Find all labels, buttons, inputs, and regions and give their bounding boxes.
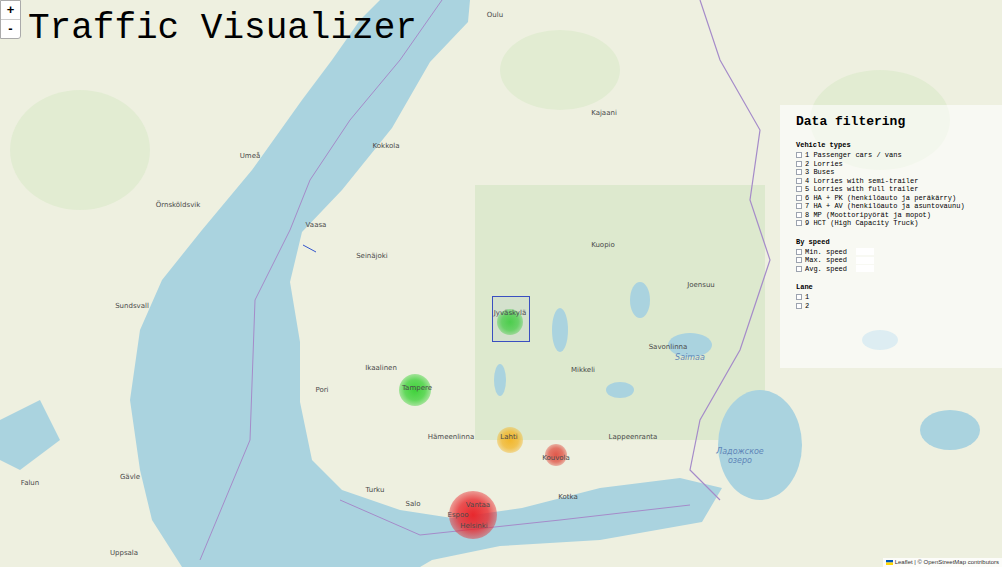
speed-input[interactable] <box>856 265 874 272</box>
selection-box[interactable] <box>492 296 530 342</box>
filter-label: Max. speed <box>805 256 853 265</box>
city-label: Salo <box>406 501 421 508</box>
filter-label: 2 Lorries <box>805 160 843 169</box>
filter-label: 9 HCT (High Capacity Truck) <box>805 219 918 228</box>
city-label: Kuopio <box>591 242 615 249</box>
filter-label: Min. speed <box>805 248 853 257</box>
checkbox[interactable] <box>796 161 802 167</box>
filter-row: 6 HA + PK (henkilöauto ja peräkärry) <box>796 194 1002 203</box>
city-label: Jyväskylä <box>494 310 526 317</box>
city-label: Mikkeli <box>571 367 595 374</box>
checkbox[interactable] <box>796 195 802 201</box>
filter-row: Avg. speed <box>796 265 1002 274</box>
city-label: Uppsala <box>110 550 138 557</box>
filter-label: 7 HA + AV (henkilöauto ja asuntovaunu) <box>805 202 965 211</box>
city-label: Seinäjoki <box>356 253 388 260</box>
filter-panel: Data filtering Vehicle types1 Passenger c… <box>780 105 1002 368</box>
city-label: Lappeenranta <box>609 434 658 441</box>
app-title: Traffic Visualizer <box>28 8 417 50</box>
checkbox[interactable] <box>796 266 802 272</box>
map-view[interactable]: Oulu Kajaani Kokkola Umeå Örnsköldsvik Vaasa S… <box>0 0 1002 567</box>
section-heading: Vehicle types <box>796 141 1002 150</box>
city-label: Tampere <box>402 385 432 392</box>
filter-label: 6 HA + PK (henkilöauto ja peräkärry) <box>805 194 956 203</box>
ukraine-flag-icon <box>886 560 893 565</box>
checkbox[interactable] <box>796 203 802 209</box>
city-label: Vaasa <box>306 222 327 229</box>
filter-row: 1 <box>796 293 1002 302</box>
checkbox[interactable] <box>796 169 802 175</box>
zoom-in-button[interactable]: + <box>1 1 20 20</box>
filter-section: Lane12 <box>796 283 1002 310</box>
filter-row: 2 <box>796 302 1002 311</box>
city-label: Pori <box>315 387 328 394</box>
city-label: Umeå <box>240 153 261 160</box>
checkbox[interactable] <box>796 220 802 226</box>
filter-row: 2 Lorries <box>796 160 1002 169</box>
city-label: Turku <box>366 487 385 494</box>
city-label: Falun <box>21 480 40 487</box>
filter-label: 5 Lorries with full trailer <box>805 185 918 194</box>
city-label: Ikaalinen <box>365 365 397 372</box>
checkbox[interactable] <box>796 152 802 158</box>
city-label: Kouvola <box>542 455 570 462</box>
filter-label: 4 Lorries with semi-trailer <box>805 177 918 186</box>
filter-row: 9 HCT (High Capacity Truck) <box>796 219 1002 228</box>
filter-section: Vehicle types1 Passenger cars / vans2 Lo… <box>796 141 1002 228</box>
checkbox[interactable] <box>796 294 802 300</box>
city-label: Gävle <box>120 474 140 481</box>
city-label: Joensuu <box>687 282 715 289</box>
filter-row: 5 Lorries with full trailer <box>796 185 1002 194</box>
filter-label: 8 MP (Moottoripyörät ja mopot) <box>805 211 931 220</box>
filter-row: Max. speed <box>796 256 1002 265</box>
filter-label: 3 Buses <box>805 168 834 177</box>
city-label: Lahti <box>500 434 517 441</box>
checkbox[interactable] <box>796 212 802 218</box>
water-label: Saimaa <box>660 354 720 363</box>
city-label: Örnsköldsvik <box>156 202 201 209</box>
filter-label: 1 Passenger cars / vans <box>805 151 902 160</box>
checkbox[interactable] <box>796 303 802 309</box>
section-heading: Lane <box>796 283 1002 292</box>
checkbox[interactable] <box>796 186 802 192</box>
city-label: Oulu <box>487 12 503 19</box>
zoom-control: +- <box>0 0 21 39</box>
filter-row: 4 Lorries with semi-trailer <box>796 177 1002 186</box>
filter-row: 1 Passenger cars / vans <box>796 151 1002 160</box>
city-label: Hämeenlinna <box>428 434 474 441</box>
city-label: Kajaani <box>591 110 617 117</box>
filter-section: By speedMin. speedMax. speedAvg. speed <box>796 238 1002 274</box>
section-heading: By speed <box>796 238 1002 247</box>
city-label: Espoo <box>447 512 468 519</box>
filter-row: Min. speed <box>796 248 1002 257</box>
city-label: Vantaa <box>466 502 490 509</box>
zoom-out-button[interactable]: - <box>1 20 20 38</box>
filter-row: 8 MP (Moottoripyörät ja mopot) <box>796 211 1002 220</box>
attribution: Leaflet | © OpenStreetMap contributors <box>883 558 1002 567</box>
attribution-text[interactable]: Leaflet | © OpenStreetMap contributors <box>895 558 999 567</box>
city-label: Kokkola <box>373 143 400 150</box>
speed-input[interactable] <box>856 257 874 264</box>
filter-label: Avg. speed <box>805 265 853 274</box>
checkbox[interactable] <box>796 257 802 263</box>
city-label: Sundsvall <box>115 303 149 310</box>
city-label: Savonlinna <box>649 344 688 351</box>
filter-label: 1 <box>805 293 809 302</box>
city-label: Kotka <box>558 494 578 501</box>
filter-row: 7 HA + AV (henkilöauto ja asuntovaunu) <box>796 202 1002 211</box>
speed-input[interactable] <box>856 248 874 255</box>
city-label: Helsinki <box>460 523 488 530</box>
filter-label: 2 <box>805 302 809 311</box>
panel-title: Data filtering <box>796 114 1002 130</box>
checkbox[interactable] <box>796 249 802 255</box>
water-label: Ладожское озеро <box>710 448 770 466</box>
filter-row: 3 Buses <box>796 168 1002 177</box>
checkbox[interactable] <box>796 178 802 184</box>
